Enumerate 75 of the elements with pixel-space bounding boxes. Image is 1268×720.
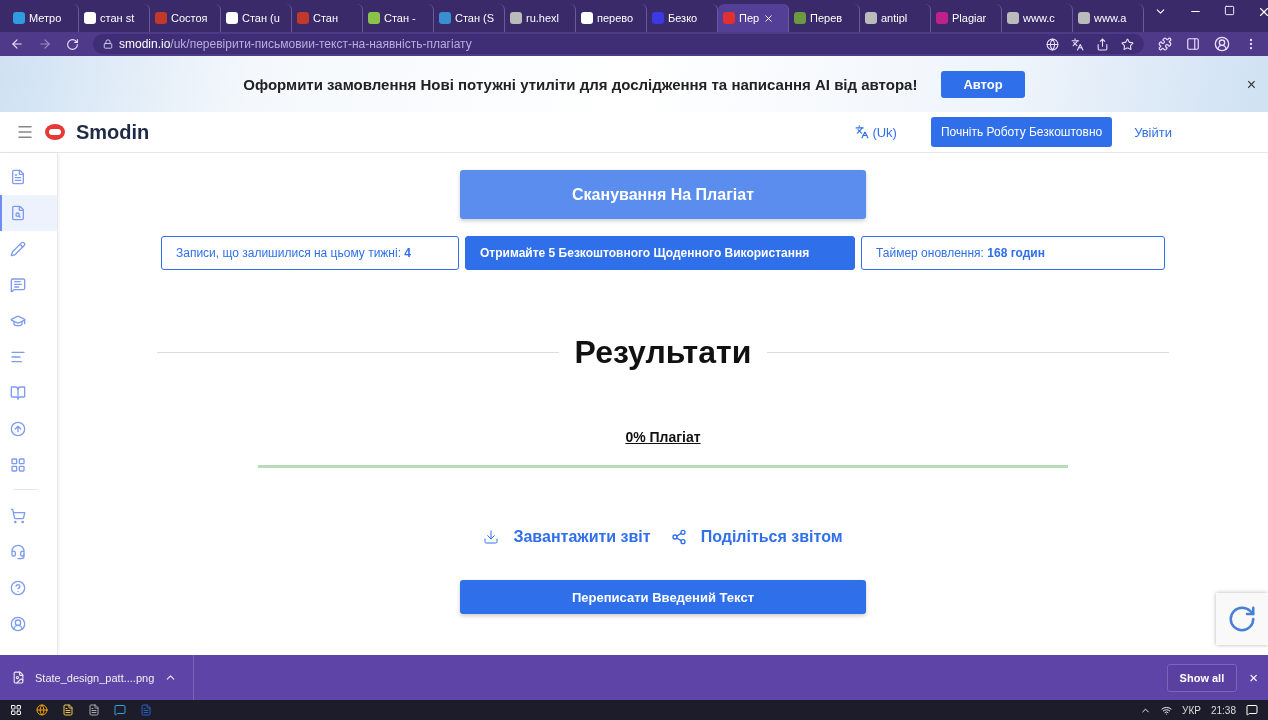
author-button[interactable]: Автор xyxy=(941,70,1025,98)
tab-favicon-icon xyxy=(368,12,380,24)
restore-icon[interactable] xyxy=(1224,5,1235,16)
logo-icon xyxy=(44,123,66,141)
side-panel-icon[interactable] xyxy=(1186,37,1200,51)
brand-name: Smodin xyxy=(76,120,150,144)
browser-tab[interactable]: Пер xyxy=(718,4,789,32)
tab-favicon-icon xyxy=(1007,12,1019,24)
chat-icon xyxy=(10,277,26,293)
close-button[interactable]: × xyxy=(1243,668,1264,687)
user-icon xyxy=(10,616,26,632)
address-field[interactable]: smodin.io/uk/перевірити-письмовии-текст-на-наявність-плагіату xyxy=(93,34,1144,54)
menu-icon[interactable] xyxy=(16,123,34,141)
file-icon xyxy=(12,671,25,684)
recaptcha-icon xyxy=(1227,604,1257,634)
free-usage-button[interactable]: Отримайте 5 Безкоштовного Щоденного Використання xyxy=(465,236,855,270)
browser-icon[interactable] xyxy=(36,704,48,716)
clock-time: 21:38 xyxy=(1210,704,1236,716)
tab-favicon-icon xyxy=(226,12,238,24)
tab-favicon-icon xyxy=(581,12,593,24)
info-box: Записи, що залишилися на цьому тижні: 4 xyxy=(161,236,459,270)
info-box: Таймер оновлення: 168 годин xyxy=(861,236,1165,270)
graduation-cap-icon xyxy=(10,313,26,329)
login-link[interactable]: Увійти xyxy=(1134,124,1172,140)
banner-text: Оформити замовлення Нові потужні утиліти для дослідження та написання AI від автора! xyxy=(243,75,918,93)
document-icon xyxy=(10,169,26,185)
help-icon xyxy=(10,580,26,596)
tab-favicon-icon xyxy=(652,12,664,24)
tab-favicon-icon xyxy=(510,12,522,24)
tab-favicon-icon xyxy=(13,12,25,24)
tab-favicon-icon xyxy=(439,12,451,24)
book-icon xyxy=(10,385,26,401)
notifications-icon[interactable] xyxy=(1246,704,1258,716)
close-icon[interactable] xyxy=(763,12,775,24)
tab-favicon-icon xyxy=(155,12,167,24)
tab-favicon-icon xyxy=(794,12,806,24)
tab-favicon-icon xyxy=(84,12,96,24)
extensions-icon[interactable] xyxy=(1158,37,1172,51)
sidebar-item[interactable] xyxy=(0,195,57,231)
start-free-button[interactable]: Почніть Роботу Безкоштовно xyxy=(930,117,1113,147)
results-heading: Результати xyxy=(574,334,752,371)
download-link[interactable]: Завантажити звіт xyxy=(483,528,651,546)
close-icon[interactable] xyxy=(1257,5,1268,19)
share-link[interactable]: Поділіться звітом xyxy=(670,528,843,546)
profile-avatar-icon[interactable] xyxy=(1214,36,1230,52)
document-search-icon xyxy=(10,205,26,221)
apps-icon xyxy=(10,457,26,473)
translate-icon[interactable] xyxy=(1071,37,1084,51)
rewrite-button[interactable]: Переписати Введений Текст xyxy=(460,580,866,614)
tab-favicon-icon xyxy=(723,12,735,24)
close-button[interactable]: × xyxy=(1246,76,1256,94)
messenger-icon[interactable] xyxy=(114,704,126,716)
cart-icon xyxy=(10,508,26,524)
share-icon xyxy=(670,529,687,545)
download-icon xyxy=(483,529,500,545)
plagiarism-score: 0% Плагіат xyxy=(625,429,701,445)
tab-favicon-icon xyxy=(865,12,877,24)
back-icon[interactable] xyxy=(10,37,24,51)
text-lines-icon xyxy=(10,349,26,365)
tab-favicon-icon xyxy=(297,12,309,24)
bookmark-star-icon[interactable] xyxy=(1121,37,1134,51)
pencil-icon xyxy=(10,241,26,257)
tab-favicon-icon xyxy=(936,12,948,24)
reload-icon[interactable] xyxy=(66,37,79,51)
show-all-button[interactable]: Show all xyxy=(1166,663,1238,692)
start-icon[interactable] xyxy=(10,704,22,716)
lock-icon xyxy=(103,39,113,49)
share-icon[interactable] xyxy=(1096,37,1109,51)
network-icon[interactable] xyxy=(1161,704,1173,716)
translate-icon xyxy=(855,125,870,139)
language-button[interactable]: (Uk) xyxy=(849,123,903,141)
tab-favicon-icon xyxy=(1078,12,1090,24)
forward-icon[interactable] xyxy=(38,37,52,51)
headset-icon xyxy=(10,544,26,560)
keyboard-language: УКР xyxy=(1182,704,1201,716)
